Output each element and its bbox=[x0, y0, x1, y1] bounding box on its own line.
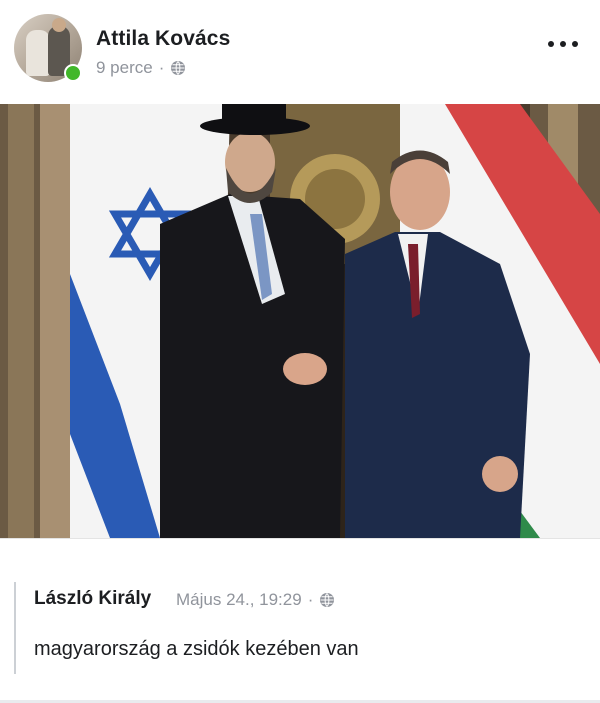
comment-author-name[interactable]: László Király bbox=[34, 588, 151, 610]
comment-text: magyarország a zsidók kezében van bbox=[34, 638, 359, 660]
post-timestamp[interactable]: 9 perce bbox=[96, 58, 153, 78]
post-meta: 9 perce · bbox=[96, 58, 186, 78]
comment: László Király Május 24., 19:29 · magyaro… bbox=[14, 582, 588, 674]
comment-timestamp[interactable]: Május 24., 19:29 bbox=[176, 590, 302, 610]
online-status-indicator bbox=[64, 64, 82, 82]
globe-icon bbox=[171, 61, 186, 75]
post-header: Attila Kovács 9 perce · bbox=[0, 0, 600, 100]
globe-icon bbox=[320, 593, 335, 607]
photo-illustration bbox=[0, 104, 600, 538]
meta-separator: · bbox=[158, 58, 165, 77]
photo-divider bbox=[0, 538, 600, 539]
post-photo[interactable] bbox=[0, 104, 600, 538]
comment-meta-separator: · bbox=[307, 590, 314, 609]
comment-meta: Május 24., 19:29 · bbox=[176, 590, 335, 610]
post-author-name[interactable]: Attila Kovács bbox=[96, 27, 230, 51]
more-horizontal-icon[interactable] bbox=[548, 36, 578, 52]
